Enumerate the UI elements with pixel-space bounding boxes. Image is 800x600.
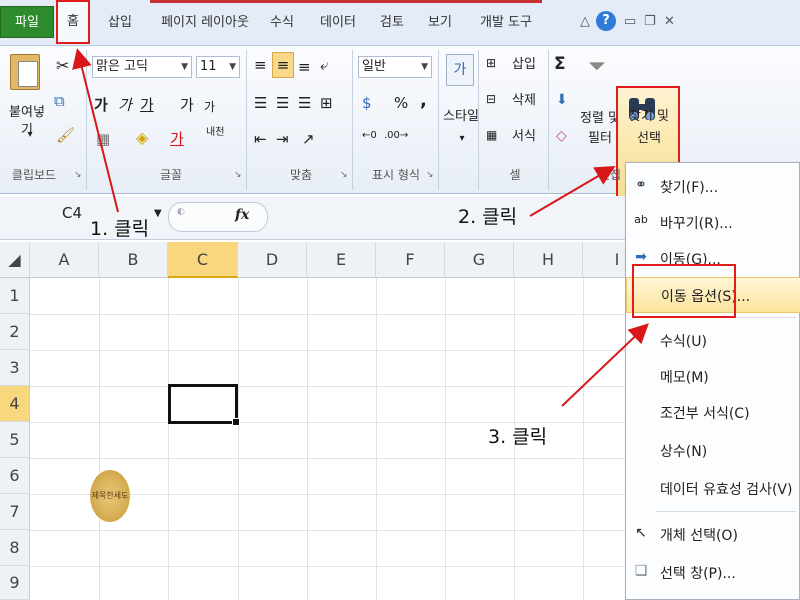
step2-arrow: [529, 165, 616, 217]
annotation-arrows: [72, 48, 649, 407]
step3-annotation: 3. 클릭: [488, 426, 548, 448]
step1-arrow: [72, 48, 119, 213]
step1-annotation: 1. 클릭: [90, 218, 150, 240]
step3-arrow: [561, 323, 649, 407]
step2-annotation: 2. 클릭: [458, 206, 518, 228]
